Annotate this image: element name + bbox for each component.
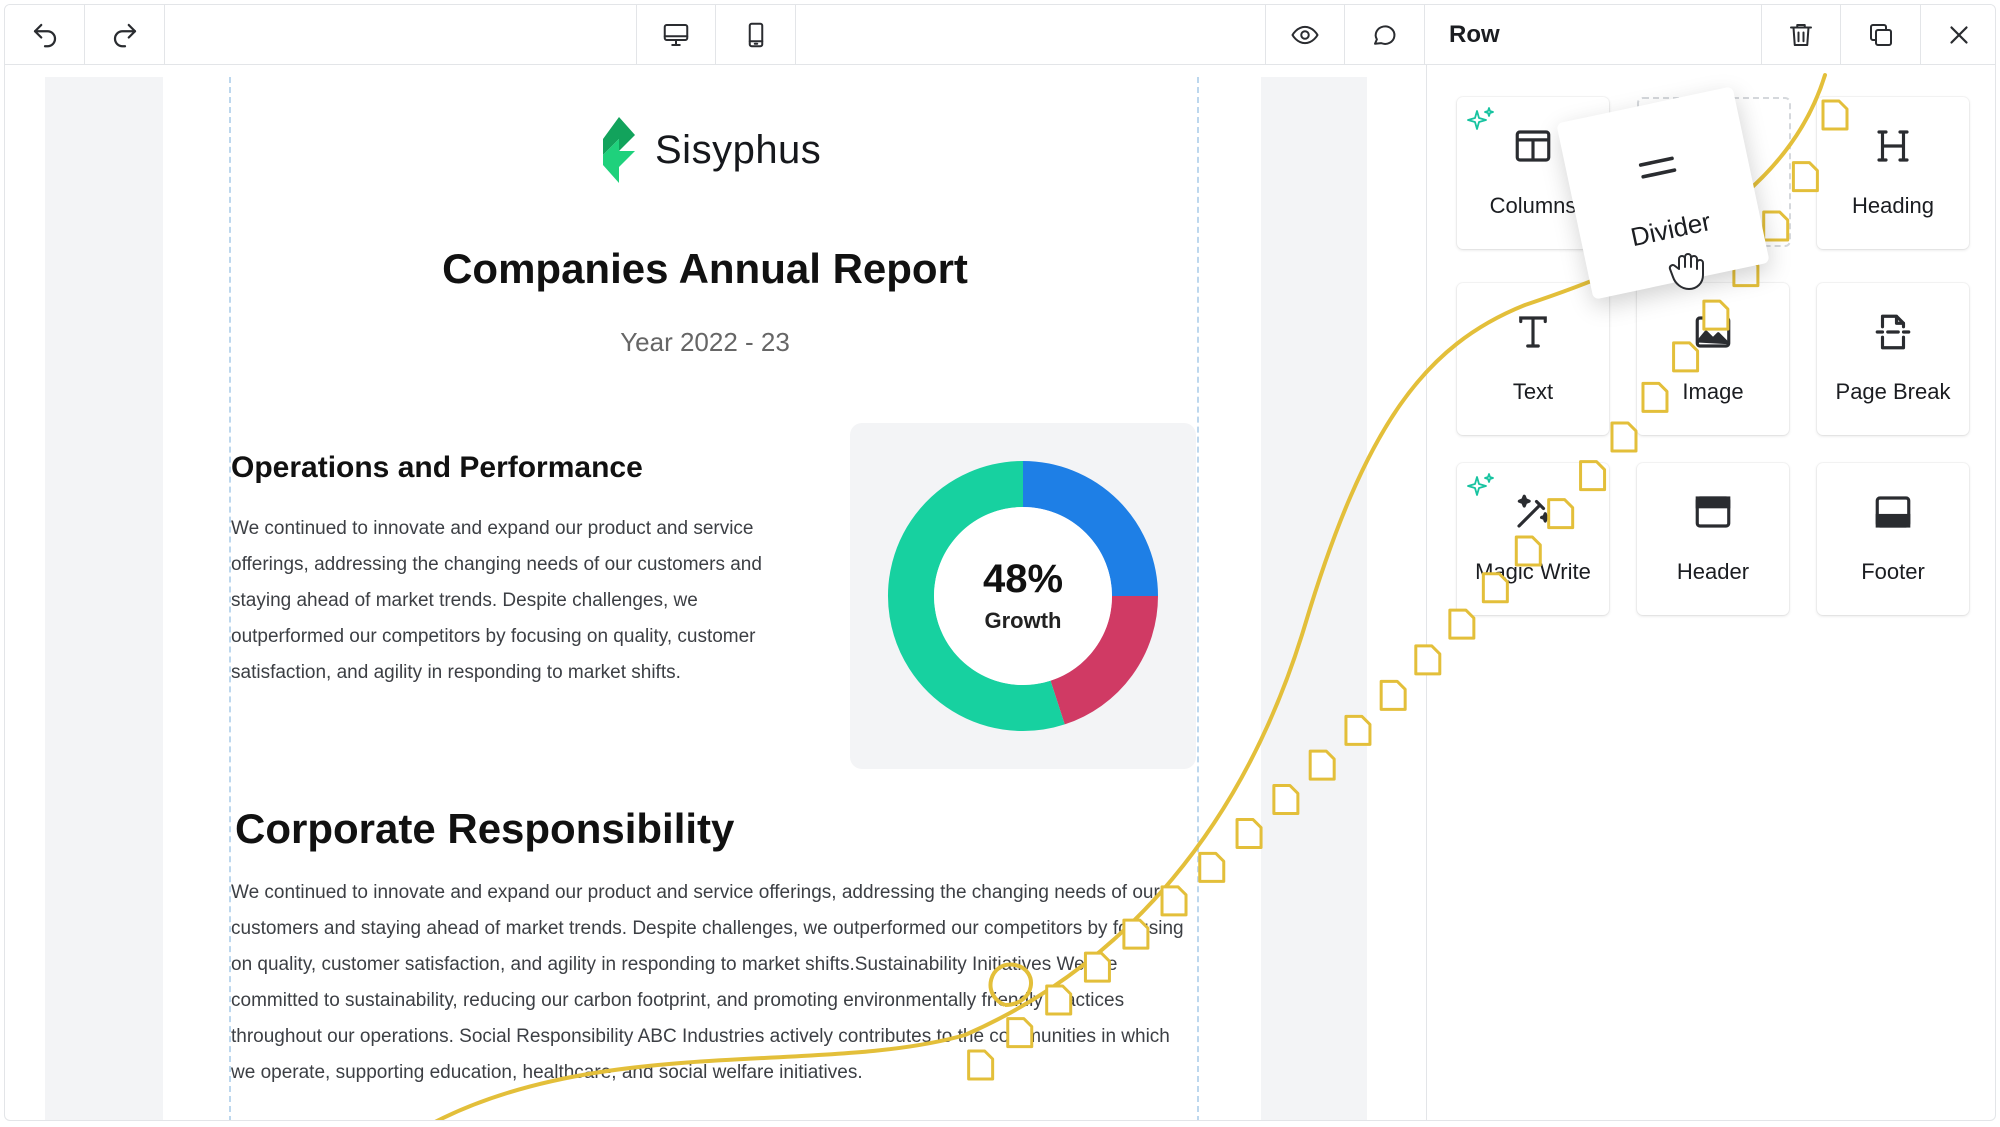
comment-icon <box>1373 25 1395 45</box>
close-icon <box>1950 26 1968 44</box>
trash-icon <box>1790 24 1812 46</box>
report-subtitle: Year 2022 - 23 <box>620 327 790 357</box>
block-label: Text <box>1512 379 1554 404</box>
chart-label: Growth <box>984 608 1062 633</box>
footer-icon <box>1875 496 1911 528</box>
section-body: We continued to innovate and expand our … <box>231 518 762 683</box>
chart-value: 48% <box>982 557 1064 601</box>
block-label: Header <box>1676 559 1750 584</box>
block-text[interactable]: Text <box>1457 283 1609 435</box>
section-heading: Corporate Responsibility <box>235 805 735 852</box>
report-title: Companies Annual Report <box>442 245 968 292</box>
block-label: Heading <box>1852 193 1934 218</box>
mobile-icon <box>748 22 763 48</box>
header-icon <box>1695 496 1731 528</box>
columns-icon <box>1515 130 1551 162</box>
redo-button[interactable] <box>85 5 165 65</box>
brand-logo: Sisyphus <box>597 117 821 183</box>
block-label: Image <box>1682 379 1744 404</box>
heading-icon <box>1877 130 1909 162</box>
block-heading[interactable]: Heading <box>1817 97 1969 249</box>
block-label: Page Break <box>1835 379 1951 404</box>
block-label: Magic Write <box>1475 559 1591 584</box>
section-body: We continued to innovate and expand our … <box>231 882 1184 1083</box>
section-heading: Operations and Performance <box>231 451 643 484</box>
block-magic-write[interactable]: Magic Write <box>1457 463 1609 615</box>
undo-button[interactable] <box>5 5 85 65</box>
undo-icon <box>33 23 56 48</box>
eye-icon <box>1291 25 1319 45</box>
divider-icon <box>1638 156 1677 179</box>
sisyphus-logo-icon <box>603 117 635 183</box>
block-page-break[interactable]: Page Break <box>1817 283 1969 435</box>
desktop-icon <box>663 24 689 46</box>
image-icon <box>1695 316 1731 348</box>
duplicate-button[interactable] <box>1841 5 1921 65</box>
mobile-view-button[interactable] <box>716 5 796 65</box>
preview-button[interactable] <box>1265 5 1345 65</box>
right-guide <box>1197 77 1199 1120</box>
close-button[interactable] <box>1921 5 1995 65</box>
block-header[interactable]: Header <box>1637 463 1789 615</box>
block-divider-dragging[interactable]: Divider <box>1556 86 1770 300</box>
chart-center: 48% Growth <box>850 557 1196 634</box>
panel-title: Row <box>1449 21 1500 48</box>
block-label: Divider <box>1627 206 1714 253</box>
comment-button[interactable] <box>1345 5 1425 65</box>
app-window: Row Sisyphus Companies Annual Report Yea… <box>4 4 1996 1121</box>
brand-name: Sisyphus <box>655 127 822 172</box>
trail-doc-icon <box>1610 421 1638 453</box>
text-icon <box>1519 316 1547 348</box>
trail-doc-icon <box>1791 161 1819 193</box>
toolbar: Row <box>5 5 1995 65</box>
chart-card[interactable]: 48% Growth <box>850 423 1196 769</box>
block-footer[interactable]: Footer <box>1817 463 1969 615</box>
magic-wand-icon <box>1517 494 1551 528</box>
page-break-icon <box>1875 314 1911 350</box>
delete-button[interactable] <box>1761 5 1841 65</box>
redo-icon <box>113 23 136 48</box>
block-image[interactable]: Image <box>1637 283 1789 435</box>
duplicate-icon <box>1869 24 1892 46</box>
block-label: Footer <box>1861 559 1925 584</box>
panel-gutter <box>1377 65 1427 1120</box>
desktop-view-button[interactable] <box>636 5 716 65</box>
